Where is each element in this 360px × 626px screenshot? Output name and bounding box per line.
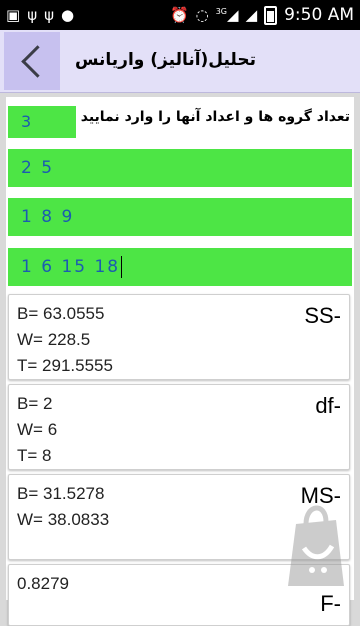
signal-icon: 3G◢ xyxy=(215,5,239,24)
f-label: F- xyxy=(320,591,341,616)
ms-values: B= 31.5278 W= 38.0833 xyxy=(17,481,109,533)
image-icon: ▣ xyxy=(6,5,21,24)
group-count-input[interactable]: 3 xyxy=(8,106,76,138)
android-icon: ● xyxy=(61,5,75,24)
ss-between: B= 63.0555 xyxy=(17,304,105,323)
group-2-input[interactable]: 1 8 9 xyxy=(8,198,352,236)
df-values: B= 2 W= 6 T= 8 xyxy=(17,391,57,469)
usb-icon: ψ xyxy=(27,5,38,24)
df-total: T= 8 xyxy=(17,446,52,465)
wifi-icon: ◌ xyxy=(195,5,209,24)
ss-values: B= 63.0555 W= 228.5 T= 291.5555 xyxy=(17,301,113,379)
df-between: B= 2 xyxy=(17,394,53,413)
ss-label: SS- xyxy=(304,303,341,328)
df-result-card: B= 2 W= 6 T= 8 df- xyxy=(8,384,350,470)
df-within: W= 6 xyxy=(17,420,58,439)
ss-result-card: B= 63.0555 W= 228.5 T= 291.5555 SS- xyxy=(8,294,350,380)
battery-icon xyxy=(264,5,278,25)
text-cursor xyxy=(121,256,123,278)
shopping-bag-logo xyxy=(288,505,344,586)
ms-within: W= 38.0833 xyxy=(17,510,110,529)
f-value: 0.8279 xyxy=(17,574,69,593)
instruction-label: تعداد گروه ها و اعداد آنها را وارد نمایی… xyxy=(80,109,350,125)
group-count-row: 3 تعداد گروه ها و اعداد آنها را وارد نما… xyxy=(6,97,354,143)
ss-within: W= 228.5 xyxy=(17,330,91,349)
f-values: 0.8279 xyxy=(17,571,69,597)
alarm-icon: ⏰ xyxy=(169,5,189,24)
page-title: تحلیل(آنالیز) واریانس xyxy=(75,50,256,70)
usb-icon: ψ xyxy=(44,5,54,24)
group-1-input[interactable]: 2 5 xyxy=(8,149,352,187)
ms-between: B= 31.5278 xyxy=(17,484,105,503)
status-bar: ▣ ψ ψ ● ⏰ ◌ 3G◢ ◢ 9:50 AM xyxy=(0,0,360,30)
group-2-value: 1 8 9 xyxy=(21,207,75,227)
signal-icon: ◢ xyxy=(245,5,258,24)
back-button[interactable] xyxy=(4,32,60,90)
clock: 9:50 AM xyxy=(284,5,354,25)
network-type: 3G xyxy=(215,6,228,16)
chevron-left-icon xyxy=(20,44,54,78)
app-bar: تحلیل(آنالیز) واریانس xyxy=(0,30,360,93)
group-1-value: 2 5 xyxy=(21,158,55,178)
group-3-value: 1 6 15 18 xyxy=(21,257,121,277)
ss-total: T= 291.5555 xyxy=(17,356,113,375)
system-status: ⏰ ◌ 3G◢ ◢ 9:50 AM xyxy=(170,5,360,25)
group-3-input[interactable]: 1 6 15 18 xyxy=(8,248,352,286)
notification-icons: ▣ ψ ψ ● xyxy=(0,5,75,24)
df-label: df- xyxy=(315,393,341,418)
